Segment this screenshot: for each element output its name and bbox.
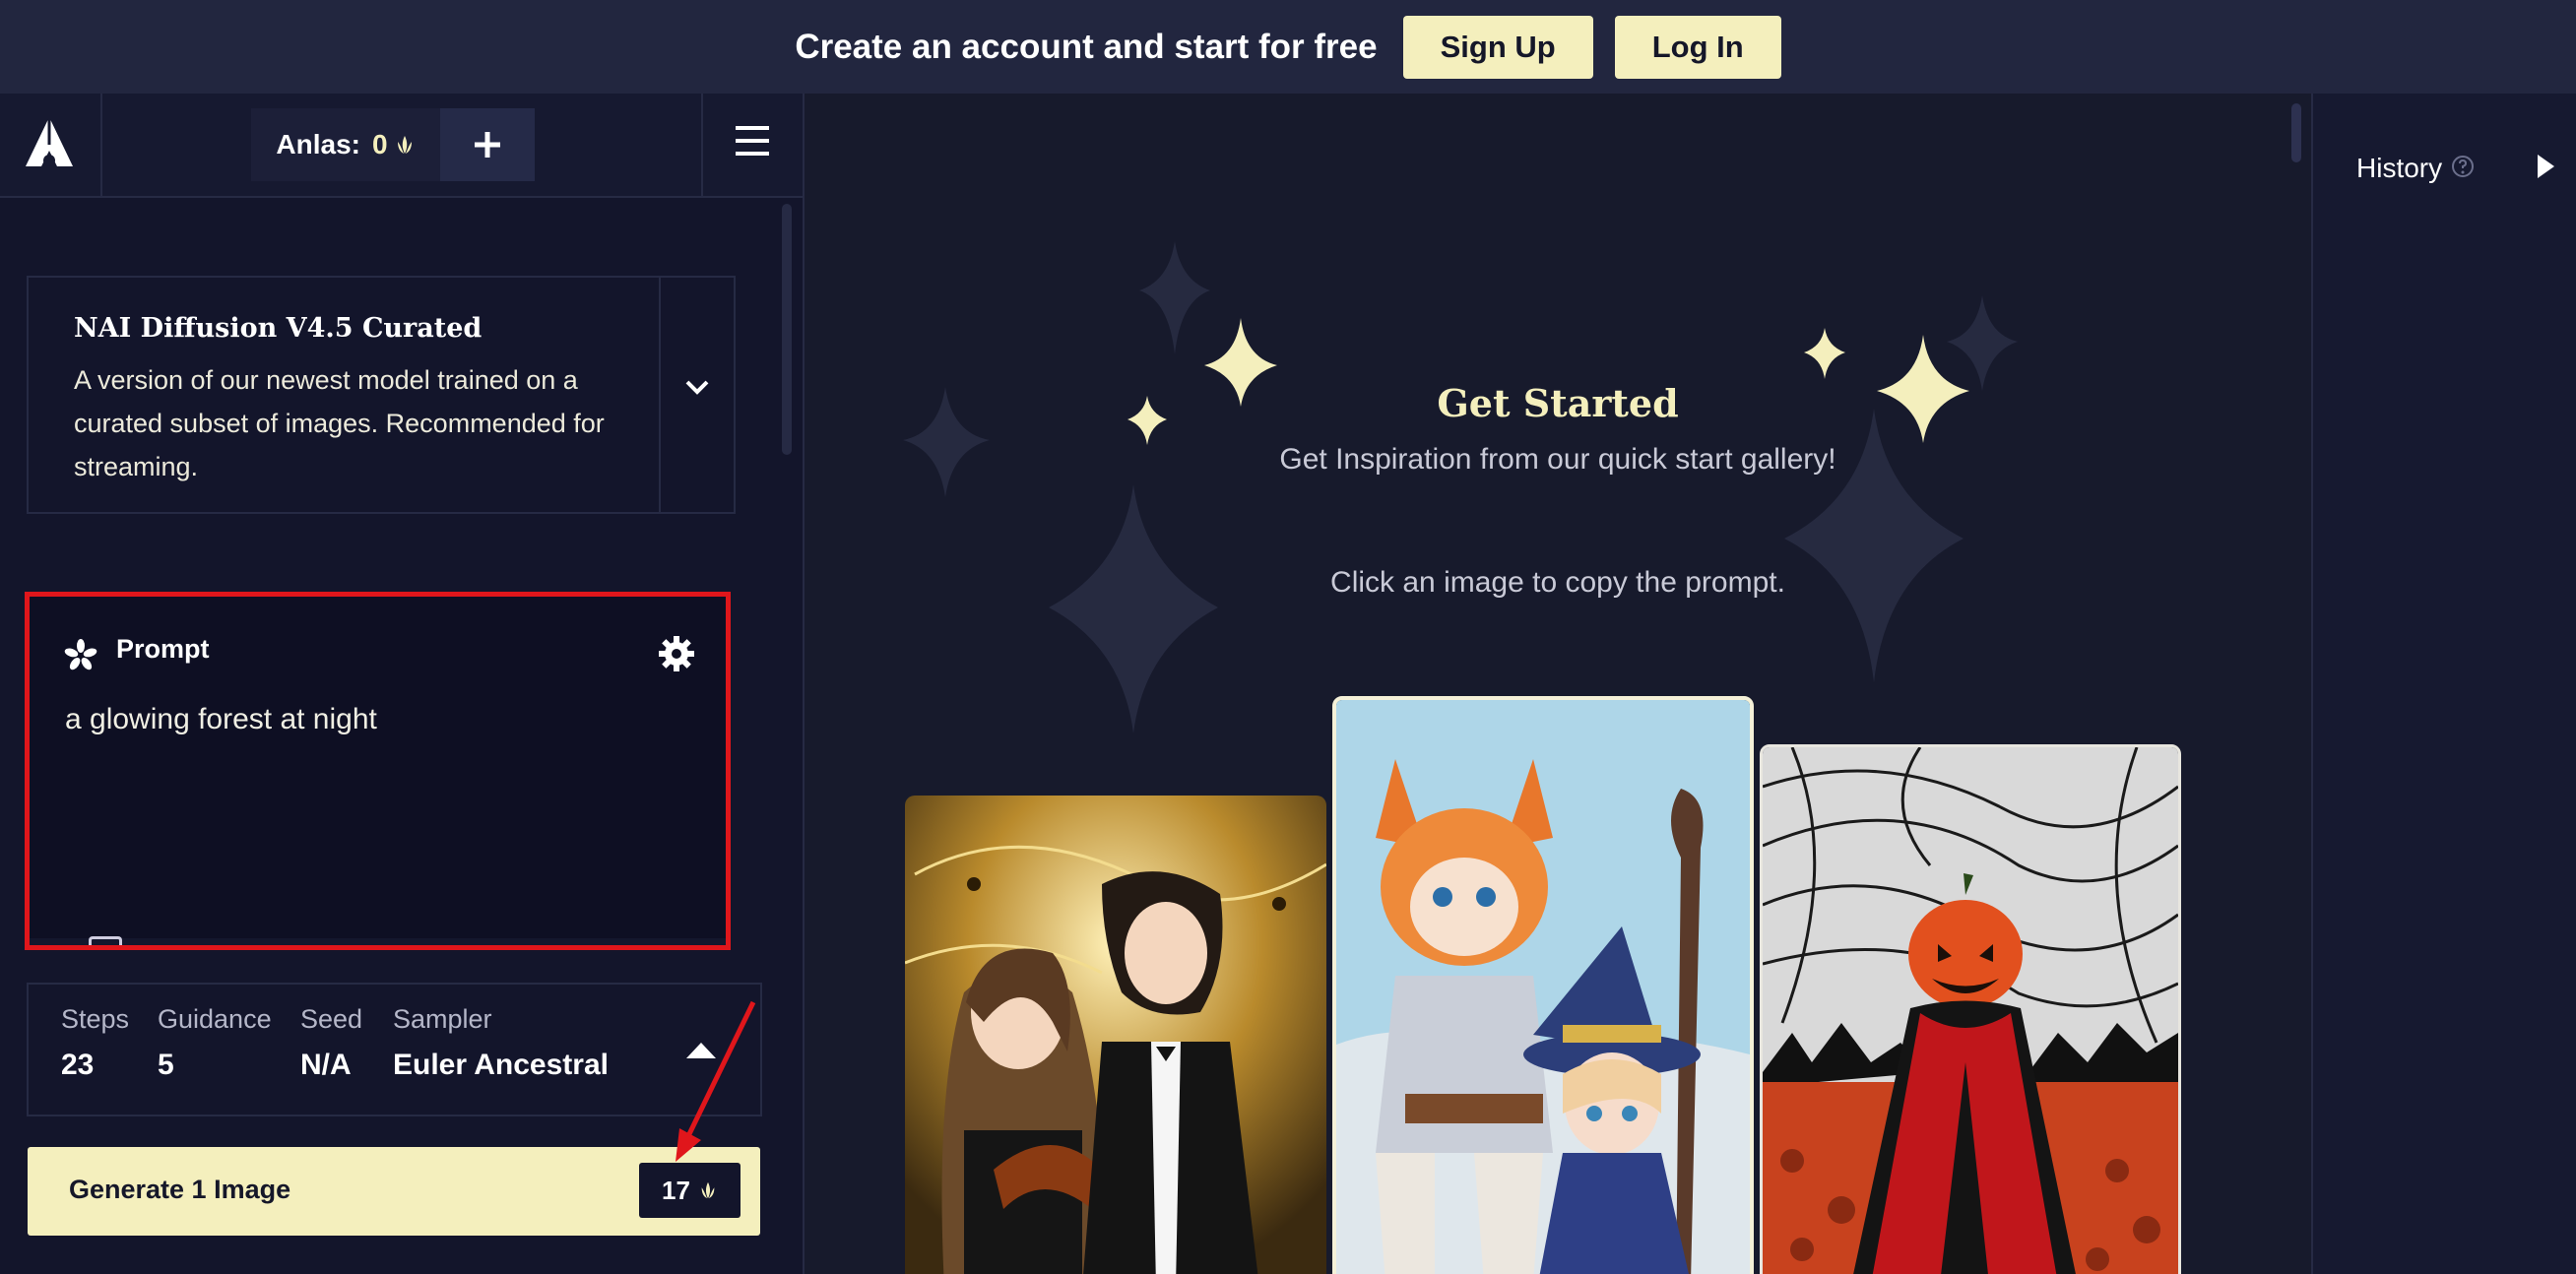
add-anlas-button[interactable] xyxy=(440,108,535,181)
steps-value: 23 xyxy=(61,1049,95,1081)
divider xyxy=(659,278,661,512)
model-name: NAI Diffusion V4.5 Curated xyxy=(74,313,483,344)
prompt-panel[interactable]: Prompt a glowing forest at night xyxy=(25,592,731,950)
generation-params[interactable]: Steps 23 Guidance 5 Seed N/A Sampler Eul… xyxy=(27,983,762,1116)
banner-message: Create an account and start for free xyxy=(795,27,1378,66)
chevron-up-icon[interactable] xyxy=(683,1039,719,1060)
seed-value: N/A xyxy=(300,1049,352,1081)
anlas-icon xyxy=(397,136,412,154)
novelai-logo-icon[interactable] xyxy=(22,115,77,174)
anlas-value: 0 xyxy=(372,129,388,159)
prompt-flower-icon xyxy=(64,639,97,670)
gallery-card-pumpkin[interactable] xyxy=(1760,744,2181,1274)
model-selector[interactable]: NAI Diffusion V4.5 Curated A version of … xyxy=(27,276,736,514)
gear-icon[interactable] xyxy=(657,634,696,673)
steps-param: Steps 23 xyxy=(61,1004,129,1082)
get-started-hint: Click an image to copy the prompt. xyxy=(1330,566,1785,599)
steps-label: Steps xyxy=(61,1004,130,1034)
anlas-balance[interactable]: Anlas: 0 xyxy=(251,108,440,181)
sidebar-scrollbar[interactable] xyxy=(782,204,792,455)
guidance-value: 5 xyxy=(158,1049,174,1081)
sampler-value: Euler Ancestral xyxy=(393,1049,609,1081)
sampler-label: Sampler xyxy=(393,1004,492,1034)
sidebar-topbar: Anlas: 0 xyxy=(0,94,803,198)
divider xyxy=(701,94,703,196)
generate-cost-badge: 17 xyxy=(639,1163,741,1218)
model-description: A version of our newest model trained on… xyxy=(74,365,605,481)
generate-image-button[interactable]: Generate 1 Image 17 xyxy=(28,1147,760,1236)
prompt-footer-icon[interactable] xyxy=(89,936,122,945)
signup-banner: Create an account and start for free Sig… xyxy=(0,0,2576,94)
history-panel: History xyxy=(2311,94,2576,1274)
prompt-input[interactable]: a glowing forest at night xyxy=(65,703,377,736)
main-scrollbar[interactable] xyxy=(2291,103,2301,162)
expand-right-icon[interactable] xyxy=(2535,153,2556,180)
anlas-icon xyxy=(701,1181,715,1199)
seed-param: Seed N/A xyxy=(300,1004,362,1082)
history-label: History xyxy=(2356,153,2443,183)
gallery-card-fox-witch[interactable] xyxy=(1332,696,1754,1274)
chevron-down-icon[interactable] xyxy=(682,372,712,402)
help-circle-icon[interactable] xyxy=(2451,155,2475,178)
prompt-footer xyxy=(30,938,726,945)
sign-up-button[interactable]: Sign Up xyxy=(1402,15,1593,79)
plus-icon xyxy=(475,132,500,158)
hamburger-menu-icon[interactable] xyxy=(734,123,771,159)
guidance-label: Guidance xyxy=(158,1004,272,1034)
gallery-image-pumpkin xyxy=(1763,747,2178,1274)
gallery-card-concert[interactable] xyxy=(905,796,1326,1274)
main-content: Get Started Get Inspiration from our qui… xyxy=(805,94,2311,1274)
prompt-title: Prompt xyxy=(116,634,210,664)
get-started-title: Get Started xyxy=(1437,381,1679,425)
anlas-label: Anlas: xyxy=(276,129,360,159)
log-in-button[interactable]: Log In xyxy=(1614,15,1781,79)
left-sidebar: Anlas: 0 NAI Diffusion V4.5 Curated A ve… xyxy=(0,94,805,1274)
gallery-image-concert xyxy=(905,796,1326,1274)
get-started-subtitle: Get Inspiration from our quick start gal… xyxy=(1279,443,1836,476)
generate-cost-value: 17 xyxy=(662,1175,690,1205)
gallery-image-fox-witch xyxy=(1336,700,1750,1274)
generate-label: Generate 1 Image xyxy=(69,1175,291,1204)
seed-label: Seed xyxy=(300,1004,363,1034)
sampler-param: Sampler Euler Ancestral xyxy=(393,1004,609,1082)
divider xyxy=(100,94,102,196)
guidance-param: Guidance 5 xyxy=(158,1004,272,1082)
